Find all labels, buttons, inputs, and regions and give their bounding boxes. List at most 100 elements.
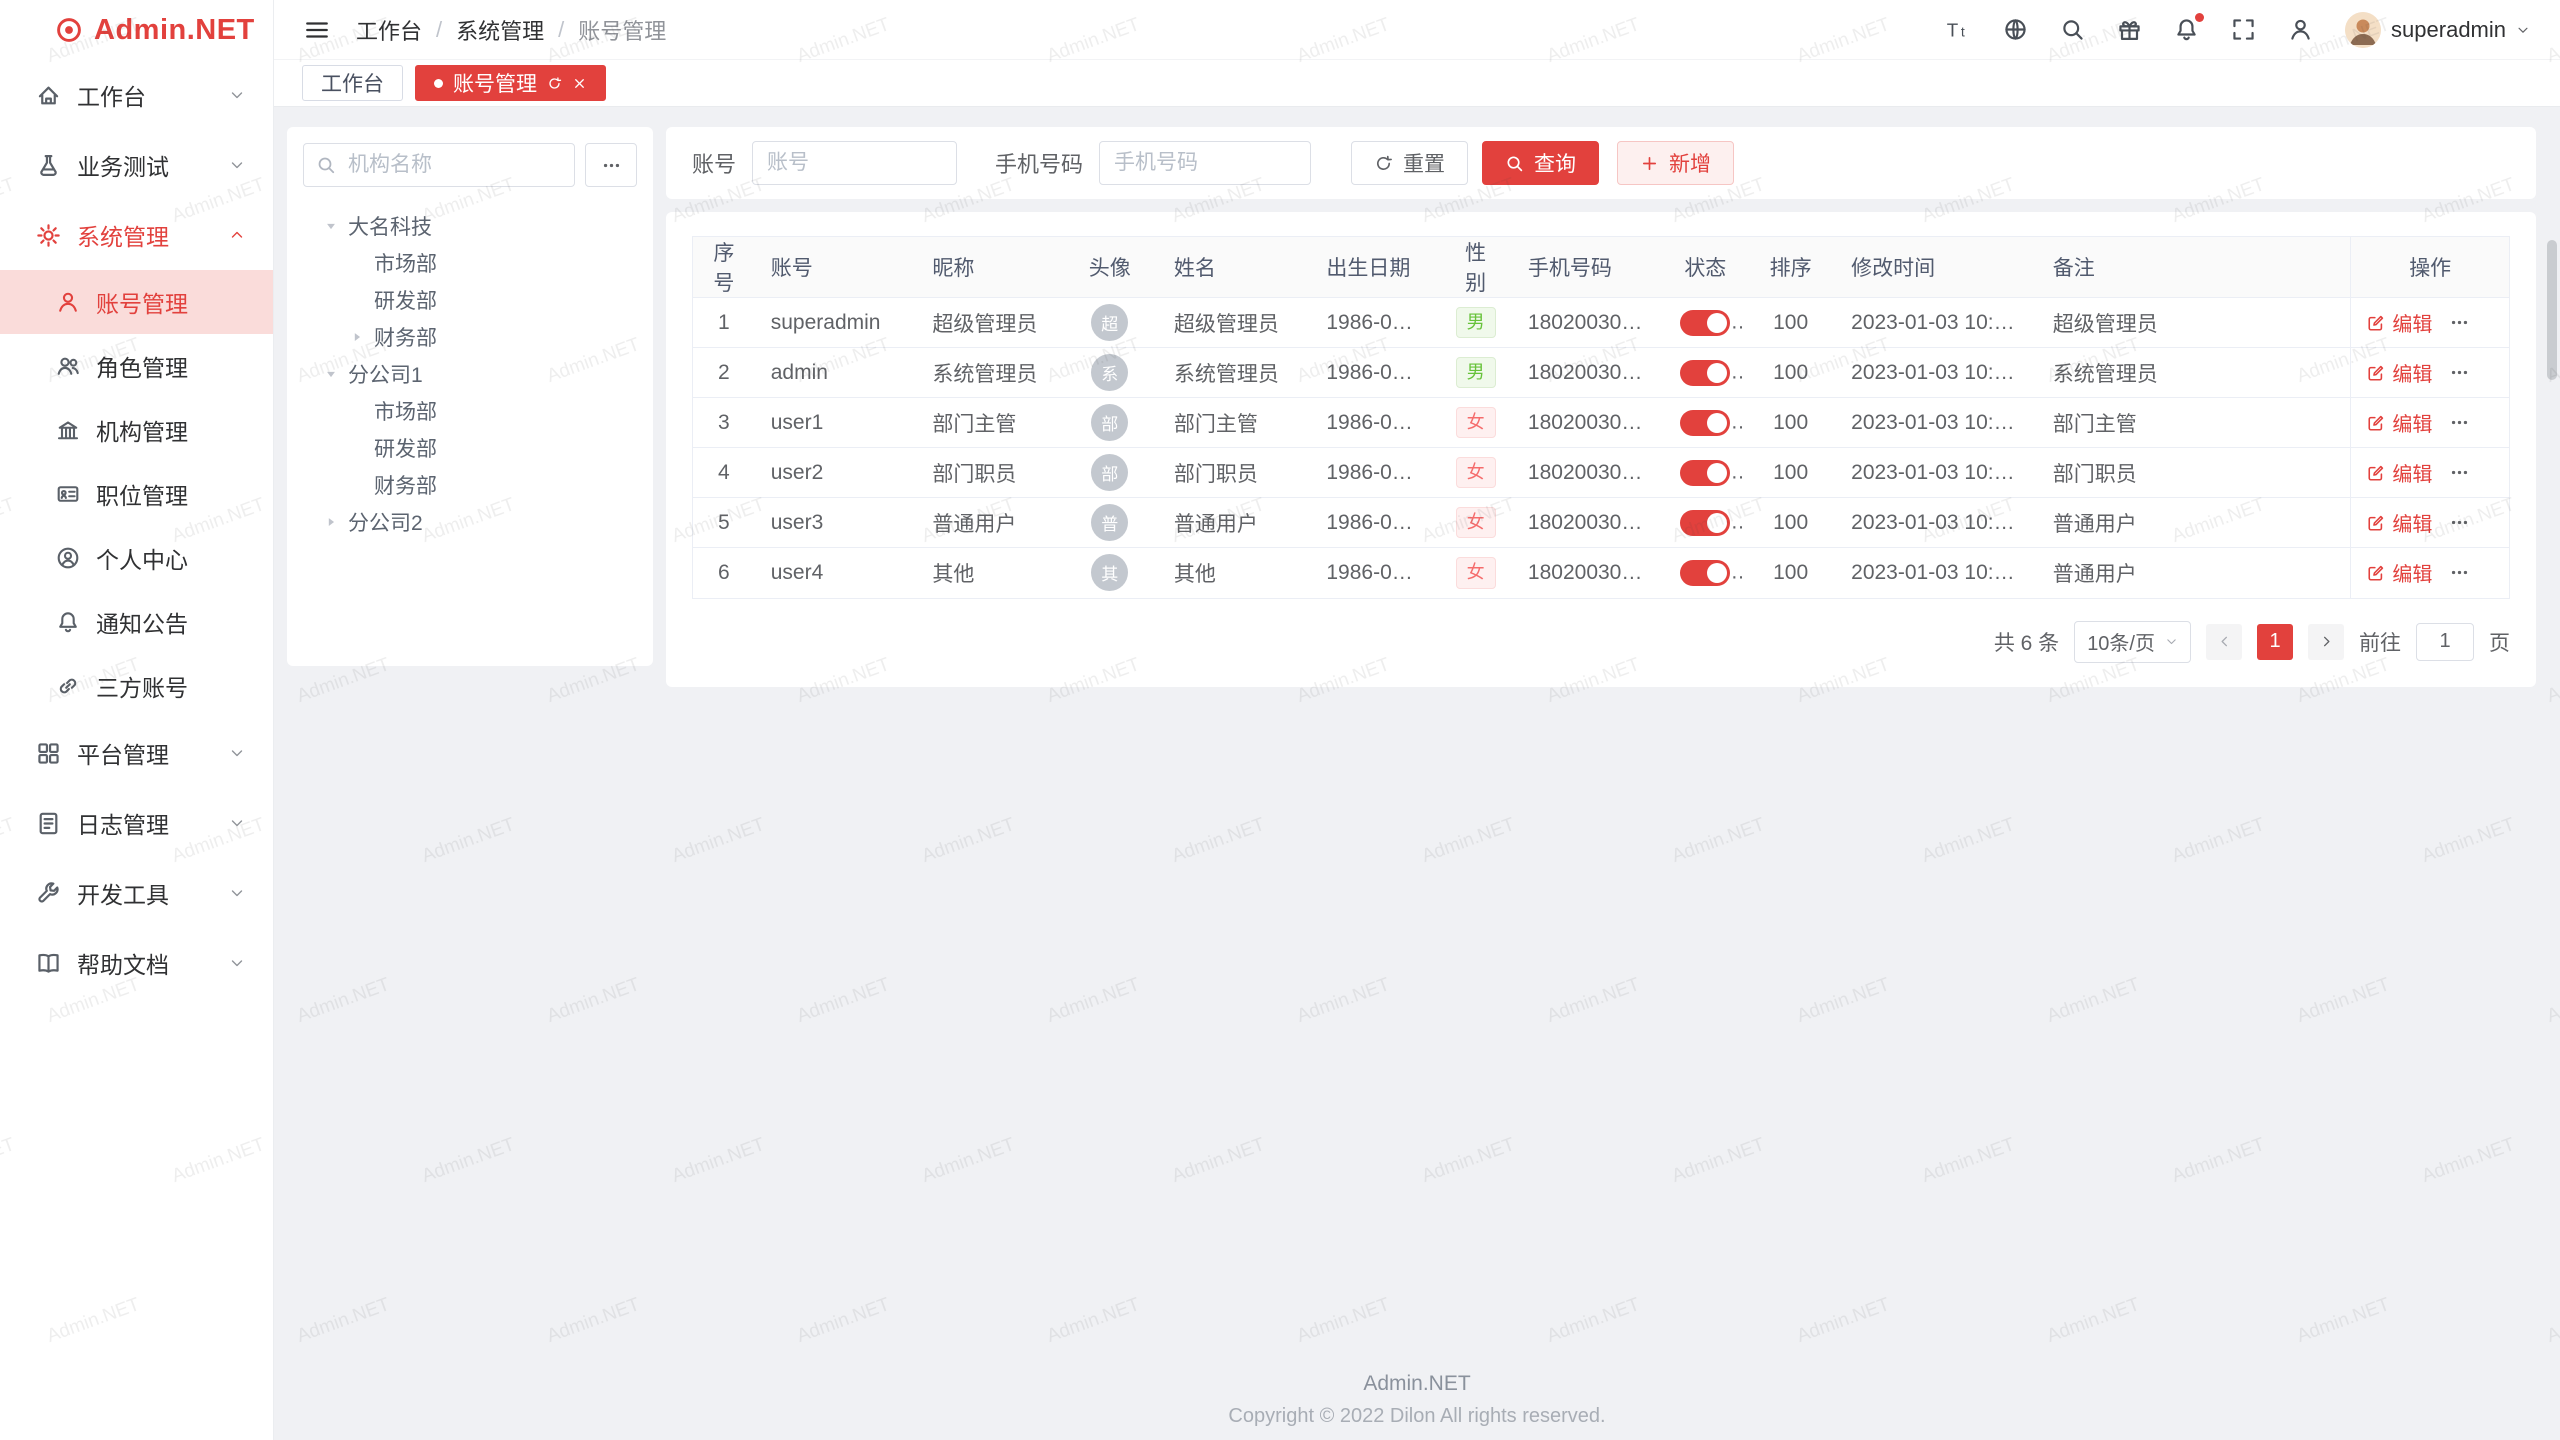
- tab-account-management[interactable]: 账号管理: [415, 65, 606, 101]
- sidebar-item-label: 系统管理: [77, 218, 169, 252]
- row-more-button[interactable]: [2450, 413, 2469, 432]
- cell-no: 5: [693, 498, 755, 548]
- sidebar-item-platform[interactable]: 平台管理: [0, 718, 273, 788]
- active-tab-dot: [434, 79, 443, 88]
- status-toggle[interactable]: [1680, 560, 1730, 586]
- row-more-button[interactable]: [2450, 463, 2469, 482]
- page-number-current[interactable]: 1: [2257, 624, 2293, 660]
- plus-icon: [1640, 154, 1659, 173]
- gender-badge: 男: [1456, 357, 1496, 389]
- grid-icon: [36, 741, 61, 766]
- sidebar-item-business-test[interactable]: 业务测试: [0, 130, 273, 200]
- status-toggle[interactable]: [1680, 460, 1730, 486]
- edit-button[interactable]: 编辑: [2367, 458, 2432, 487]
- sidebar-item-thirdparty[interactable]: 三方账号: [0, 654, 273, 718]
- language-icon[interactable]: [2003, 17, 2028, 42]
- row-avatar: 普: [1091, 504, 1128, 541]
- chevron-down-icon: [229, 745, 245, 761]
- sidebar-item-docs[interactable]: 帮助文档: [0, 928, 273, 998]
- sidebar-item-log[interactable]: 日志管理: [0, 788, 273, 858]
- tree-node[interactable]: 分公司2: [303, 503, 637, 540]
- refresh-icon[interactable]: [547, 76, 562, 91]
- sidebar-item-label: 三方账号: [96, 669, 188, 703]
- account-input[interactable]: [752, 141, 957, 185]
- sidebar-item-workbench[interactable]: 工作台: [0, 60, 273, 130]
- sidebar-item-account[interactable]: 账号管理: [0, 270, 273, 334]
- scrollbar-thumb[interactable]: [2547, 240, 2557, 380]
- book-icon: [36, 951, 61, 976]
- fullscreen-icon[interactable]: [2231, 17, 2256, 42]
- column-header: 备注: [2037, 237, 2351, 298]
- edit-button[interactable]: 编辑: [2367, 508, 2432, 537]
- tree-node[interactable]: 财务部: [303, 318, 637, 355]
- tree-caret-icon[interactable]: [319, 219, 343, 233]
- next-page-button[interactable]: [2308, 624, 2344, 660]
- search-icon[interactable]: [2060, 17, 2085, 42]
- edit-button[interactable]: 编辑: [2367, 408, 2432, 437]
- edit-button[interactable]: 编辑: [2367, 558, 2432, 587]
- tab-workbench[interactable]: 工作台: [302, 65, 403, 101]
- font-size-icon[interactable]: Tt: [1946, 17, 1971, 42]
- theme-icon[interactable]: [2117, 17, 2142, 42]
- tree-caret-icon[interactable]: [319, 515, 343, 529]
- tree-node[interactable]: 财务部: [303, 466, 637, 503]
- cell-nickname: 超级管理员: [916, 298, 1061, 348]
- status-toggle[interactable]: [1680, 410, 1730, 436]
- notification-icon[interactable]: [2174, 17, 2199, 42]
- app-logo: Admin.NET: [0, 0, 273, 60]
- sidebar-item-label: 日志管理: [77, 806, 169, 840]
- page-size-select[interactable]: 10条/页: [2074, 621, 2191, 663]
- close-icon[interactable]: [572, 76, 587, 91]
- profile-icon[interactable]: [2288, 17, 2313, 42]
- edit-button[interactable]: 编辑: [2367, 308, 2432, 337]
- tree-more-button[interactable]: [585, 143, 637, 187]
- cell-no: 2: [693, 348, 755, 398]
- gender-badge: 女: [1456, 507, 1496, 539]
- status-toggle[interactable]: [1680, 510, 1730, 536]
- edit-button[interactable]: 编辑: [2367, 358, 2432, 387]
- search-button[interactable]: 查询: [1482, 141, 1599, 185]
- sidebar-item-personal-center[interactable]: 个人中心: [0, 526, 273, 590]
- logo-text: Admin.NET: [94, 14, 255, 47]
- org-name-input[interactable]: [303, 143, 575, 187]
- goto-label: 前往: [2359, 627, 2401, 657]
- row-more-button[interactable]: [2450, 313, 2469, 332]
- status-toggle[interactable]: [1680, 310, 1730, 336]
- tree-node[interactable]: 研发部: [303, 429, 637, 466]
- chevron-down-icon: [229, 955, 245, 971]
- tree-node[interactable]: 市场部: [303, 244, 637, 281]
- prev-page-button[interactable]: [2206, 624, 2242, 660]
- row-more-button[interactable]: [2450, 513, 2469, 532]
- status-toggle[interactable]: [1680, 360, 1730, 386]
- phone-input[interactable]: [1099, 141, 1311, 185]
- cell-nickname: 部门主管: [916, 398, 1061, 448]
- pagination-total: 共 6 条: [1994, 627, 2059, 657]
- building-icon: [56, 418, 80, 442]
- reset-button[interactable]: 重置: [1351, 141, 1468, 185]
- breadcrumb-item[interactable]: 系统管理: [456, 14, 544, 46]
- user-menu[interactable]: superadmin: [2345, 12, 2530, 48]
- tree-caret-icon[interactable]: [319, 367, 343, 381]
- tree-node[interactable]: 大名科技: [303, 207, 637, 244]
- sidebar-item-notice[interactable]: 通知公告: [0, 590, 273, 654]
- add-button[interactable]: 新增: [1617, 141, 1734, 185]
- sidebar-item-devtools[interactable]: 开发工具: [0, 858, 273, 928]
- menu-fold-icon[interactable]: [304, 17, 330, 43]
- cell-account: user4: [755, 548, 917, 598]
- sidebar-item-system[interactable]: 系统管理: [0, 200, 273, 270]
- tree-node[interactable]: 分公司1: [303, 355, 637, 392]
- goto-page-input[interactable]: [2416, 623, 2474, 661]
- svg-text:t: t: [1961, 24, 1965, 40]
- username: superadmin: [2391, 17, 2506, 43]
- sidebar-item-position[interactable]: 职位管理: [0, 462, 273, 526]
- edit-icon: [2367, 314, 2385, 332]
- row-more-button[interactable]: [2450, 363, 2469, 382]
- breadcrumb-item[interactable]: 工作台: [356, 14, 422, 46]
- tree-caret-icon[interactable]: [345, 330, 369, 344]
- sidebar-item-role[interactable]: 角色管理: [0, 334, 273, 398]
- sidebar-item-org[interactable]: 机构管理: [0, 398, 273, 462]
- row-more-button[interactable]: [2450, 563, 2469, 582]
- tree-node[interactable]: 研发部: [303, 281, 637, 318]
- tree-node[interactable]: 市场部: [303, 392, 637, 429]
- column-header: 序号: [693, 237, 755, 298]
